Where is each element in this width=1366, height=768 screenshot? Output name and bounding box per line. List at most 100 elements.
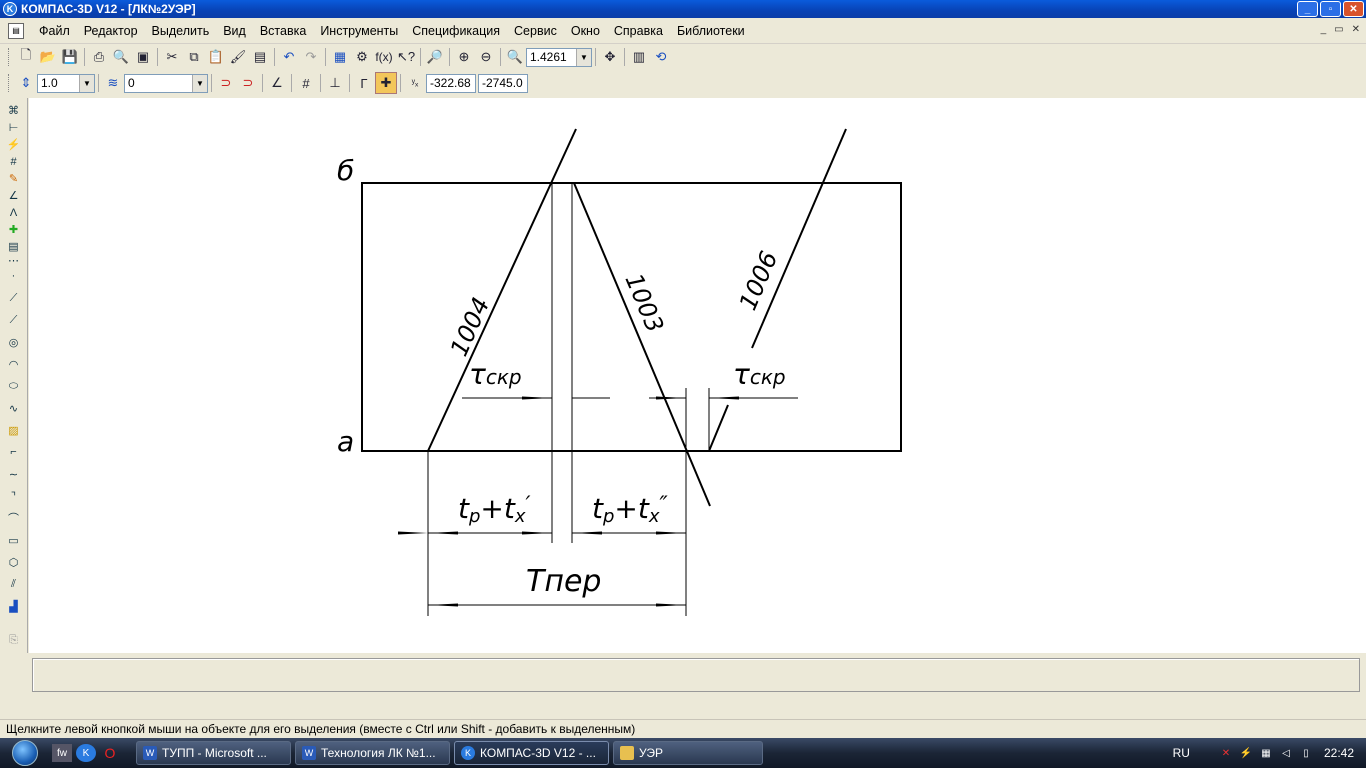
short-slanted-line[interactable]	[708, 404, 729, 452]
variables-icon[interactable]: f(x)	[373, 46, 395, 68]
volume-icon[interactable]: ◁	[1278, 745, 1294, 761]
document-icon[interactable]: ▤	[8, 22, 24, 39]
menu-service[interactable]: Сервис	[507, 24, 564, 38]
task-uer[interactable]: УЭР	[613, 741, 763, 765]
quicklaunch-icon[interactable]: fw	[52, 744, 72, 762]
snap-magnet-icon[interactable]: ⊃	[215, 72, 237, 94]
select-panel-icon[interactable]: Ʌ	[4, 204, 24, 221]
chevron-down-icon[interactable]: ▼	[192, 74, 207, 92]
ortho-icon[interactable]: Γ	[353, 72, 375, 94]
coord-x-field[interactable]: -322.68	[426, 73, 476, 93]
format-painter-icon[interactable]: 🖌	[227, 46, 249, 68]
pan-icon[interactable]: ✥	[599, 46, 621, 68]
grid-icon[interactable]: #	[295, 72, 317, 94]
hatch-icon[interactable]: ▨	[4, 419, 24, 441]
redraw-icon[interactable]: ⟲	[650, 46, 672, 68]
task-tupp[interactable]: W ТУПП - Microsoft ...	[136, 741, 291, 765]
fill-icon[interactable]: ▟	[4, 595, 24, 617]
menu-select[interactable]: Выделить	[145, 24, 217, 38]
new-document-icon[interactable]: 🗋	[15, 46, 37, 68]
parametrization-panel-icon[interactable]: ✎	[4, 170, 24, 187]
chevron-down-icon[interactable]: ▼	[79, 74, 94, 92]
manager-icon[interactable]: ▦	[329, 46, 351, 68]
menu-file[interactable]: Файл	[32, 24, 77, 38]
print-preview-icon[interactable]: 🔍	[110, 46, 132, 68]
maximize-button[interactable]: ▫	[1320, 1, 1341, 17]
clock[interactable]: 22:42	[1324, 746, 1354, 760]
start-button[interactable]	[0, 738, 50, 768]
open-folder-icon[interactable]: 📂	[37, 46, 59, 68]
point-icon[interactable]: ·	[4, 265, 24, 287]
drawing-canvas[interactable]: б а 1004 1003 1006 τскр τскр tр+tх′ tр+t…	[29, 98, 1366, 653]
undo-icon[interactable]: ↶	[278, 46, 300, 68]
paste-icon[interactable]: 📋	[205, 46, 227, 68]
line-1003[interactable]	[573, 182, 711, 507]
redo-icon[interactable]: ↷	[300, 46, 322, 68]
coord-y-field[interactable]: -2745.0	[478, 73, 528, 93]
doc-minimize-button[interactable]: _	[1321, 24, 1327, 35]
auxiliary-line-icon[interactable]: ⟋	[4, 287, 24, 309]
task-tech[interactable]: W Технология ЛК №1...	[295, 741, 450, 765]
network-icon[interactable]: ▦	[1258, 745, 1274, 761]
reports-panel-icon[interactable]: ▤	[4, 238, 24, 255]
circle-icon[interactable]: ◎	[4, 331, 24, 353]
polyline-icon[interactable]: ⌐	[4, 441, 24, 463]
measure-panel-icon[interactable]: ∠	[4, 187, 24, 204]
menu-libraries[interactable]: Библиотеки	[670, 24, 752, 38]
cut-icon[interactable]: ✂	[161, 46, 183, 68]
library-manager-icon[interactable]: ⚙	[351, 46, 373, 68]
help-pointer-icon[interactable]: ↖?	[395, 46, 417, 68]
round-icon[interactable]: ✚	[375, 72, 397, 94]
layer-combo[interactable]: 0 ▼	[124, 73, 208, 93]
copy-icon[interactable]: ⧉	[183, 46, 205, 68]
zoom-scale-icon[interactable]: 🔍	[504, 46, 526, 68]
minimize-button[interactable]: _	[1297, 1, 1318, 17]
task-kompas[interactable]: K КОМПАС-3D V12 - ...	[454, 741, 609, 765]
menu-tools[interactable]: Инструменты	[313, 24, 405, 38]
local-cs-icon[interactable]: ∠	[266, 72, 288, 94]
zoom-combo[interactable]: 1.4261 ▼	[526, 47, 592, 67]
geometry-panel-icon[interactable]: ⌘	[4, 102, 24, 119]
segment-icon[interactable]: ⟋	[4, 309, 24, 331]
bezier-icon[interactable]: ∼	[4, 463, 24, 485]
opera-icon[interactable]: O	[100, 744, 120, 762]
rectangle-icon[interactable]: ▭	[4, 529, 24, 551]
battery-icon[interactable]: ▯	[1298, 745, 1314, 761]
fillet-icon[interactable]: ⌒	[4, 507, 24, 529]
arc-icon[interactable]: ◠	[4, 353, 24, 375]
language-indicator[interactable]: RU	[1173, 746, 1190, 760]
close-button[interactable]: ✕	[1343, 1, 1364, 17]
save-icon[interactable]: 💾	[59, 46, 81, 68]
chevron-down-icon[interactable]: ▼	[576, 48, 591, 66]
toolbar-grip[interactable]	[8, 74, 11, 92]
equidistant-icon[interactable]: ⫽	[4, 573, 24, 595]
zoom-out-icon[interactable]: ⊖	[475, 46, 497, 68]
antivirus-icon[interactable]: ✕	[1218, 745, 1234, 761]
doc-restore-button[interactable]: ▭	[1334, 24, 1343, 35]
collect-contour-icon[interactable]: ⎘	[4, 629, 24, 651]
snap-settings-icon[interactable]: ⊃	[237, 72, 259, 94]
doc-close-button[interactable]: ✕	[1352, 24, 1360, 35]
zoom-in-icon[interactable]: ⊕	[453, 46, 475, 68]
preview-icon[interactable]: ▣	[132, 46, 154, 68]
flash-icon[interactable]: ⚡	[1238, 745, 1254, 761]
line-1004[interactable]	[427, 128, 577, 452]
menu-help[interactable]: Справка	[607, 24, 670, 38]
menu-specification[interactable]: Спецификация	[405, 24, 507, 38]
kompas-quicklaunch-icon[interactable]: K	[76, 744, 96, 762]
chamfer-icon[interactable]: ⌝	[4, 485, 24, 507]
coordinate-system-icon[interactable]: ⊥	[324, 72, 346, 94]
refresh-view-icon[interactable]: ▥	[628, 46, 650, 68]
print-icon[interactable]: ⎙	[88, 46, 110, 68]
menu-editor[interactable]: Редактор	[77, 24, 145, 38]
designations-panel-icon[interactable]: ⚡	[4, 136, 24, 153]
toolbar-grip[interactable]	[8, 48, 11, 66]
edit-panel-icon[interactable]: #	[4, 153, 24, 170]
properties-icon[interactable]: ▤	[249, 46, 271, 68]
menu-insert[interactable]: Вставка	[253, 24, 313, 38]
step-combo[interactable]: 1.0 ▼	[37, 73, 95, 93]
spec-panel-icon[interactable]: ✚	[4, 221, 24, 238]
ellipse-icon[interactable]: ⬭	[4, 375, 24, 397]
spline-icon[interactable]: ∿	[4, 397, 24, 419]
menu-view[interactable]: Вид	[216, 24, 253, 38]
